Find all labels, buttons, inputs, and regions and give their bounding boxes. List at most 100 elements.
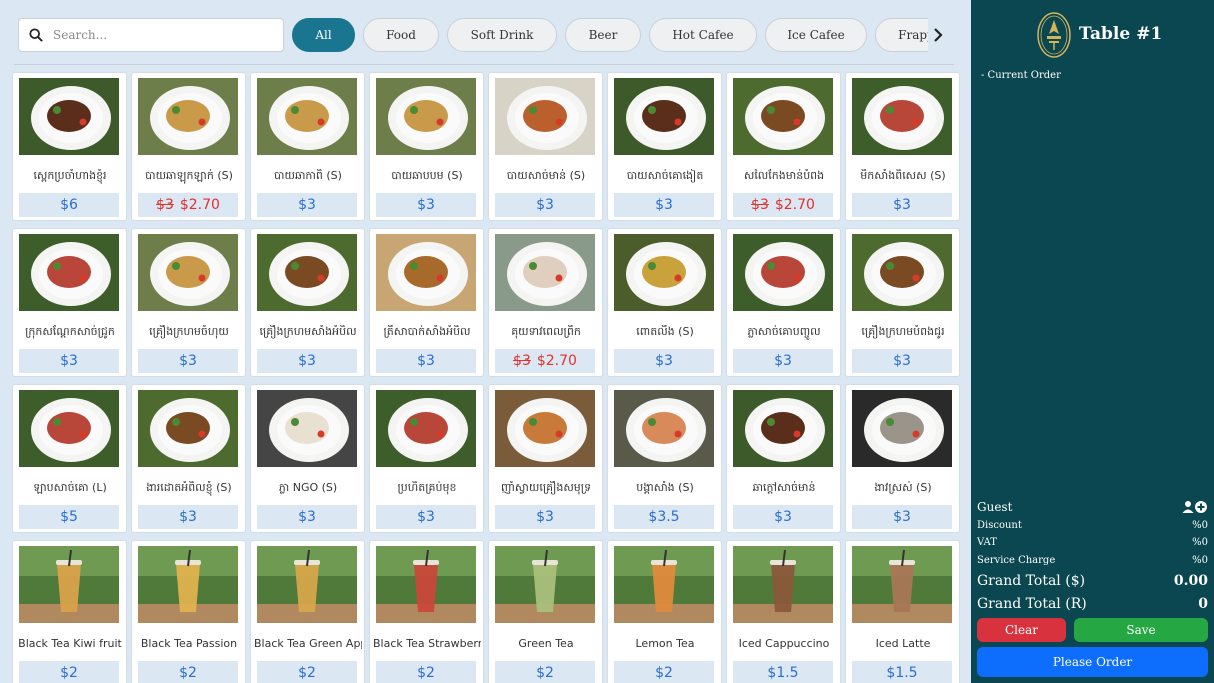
menu-item-card[interactable]: គ្រឿងក្រហមបំពងជូរ $3 [845,228,960,377]
menu-item-card[interactable]: បាយសាច់មាន់ (S) $3 [488,72,603,221]
menu-item-price: $3 [376,193,476,217]
menu-item-name: Black Tea Strawberry [373,637,481,650]
menu-item-name: ស្ពេកប្រចាំហាងខ្ញុំរ [33,169,107,182]
price-value: $3 [417,509,435,525]
menu-item-name: បាយឆាកាពិ (S) [274,169,342,182]
menu-item-price: $3 [495,193,595,217]
menu-item-card[interactable]: បាយឆាកាពិ (S) $3 [250,72,365,221]
price-value: $3 [655,353,673,369]
menu-item-name: ប្រហិតគ្រប់មុខ [397,481,457,494]
menu-item-name: គ្រឿងក្រហមចំហុយ [149,325,229,338]
menu-item-card[interactable]: ត្រីសាបាក់សាំងអំបិល $3 [369,228,484,377]
menu-item-card[interactable]: គ្រឿងក្រហមចំហុយ $3 [131,228,246,377]
menu-item-card[interactable]: បាយសាច់គោងៀត $3 [607,72,722,221]
category-tab-soft-drink[interactable]: Soft Drink [447,18,557,52]
order-list [977,88,1208,488]
food-photo [257,78,357,155]
food-photo [19,234,119,311]
clear-button[interactable]: Clear [977,618,1066,642]
menu-item-card[interactable]: Black Tea Kiwi fruit $2 [12,540,127,683]
add-guest-icon[interactable] [1182,500,1208,514]
menu-item-card[interactable]: Iced Latte $1.5 [845,540,960,683]
menu-item-card[interactable]: Iced Cappuccino $1.5 [726,540,841,683]
drink-photo [733,546,833,623]
menu-item-card[interactable]: ក្រុកសណ្តែកសាច់ជ្រូក $3 [12,228,127,377]
menu-item-name: គុយទាវពេលព្រឹក [511,325,581,338]
menu-item-price: $5 [19,505,119,529]
menu-item-card[interactable]: គុយទាវពេលព្រឹក $3 $2.70 [488,228,603,377]
menu-item-price: $3 $2.70 [733,193,833,217]
menu-item-name: មឹកសាំងពិសេស (S) [860,169,946,182]
menu-item-price: $3 [495,505,595,529]
menu-item-price: $2 [19,661,119,683]
grand-total-usd-value: 0.00 [1173,573,1208,589]
save-button[interactable]: Save [1074,618,1208,642]
discounted-price: $2.70 [536,353,577,369]
menu-item-name: ឆាក្ដៅសាច់មាន់ [752,481,816,494]
menu-item-card[interactable]: គ្រឿងក្រហមសាំងអំបិល $3 [250,228,365,377]
menu-item-card[interactable]: បង្គាសាំង (S) $3.5 [607,384,722,533]
menu-item-card[interactable]: ងាវស្រស់ (S) $3 [845,384,960,533]
menu-item-price: $3 [852,349,952,373]
category-tab-hot-cafee[interactable]: Hot Cafee [649,18,757,52]
food-photo [376,234,476,311]
menu-item-card[interactable]: ប្រហិតគ្រប់មុខ $3 [369,384,484,533]
chevron-right-icon[interactable] [928,18,948,52]
menu-item-card[interactable]: Black Tea Green Apple $2 [250,540,365,683]
food-photo [852,390,952,467]
menu-item-price: $3 $2.70 [138,193,238,217]
menu-item-card[interactable]: ឆាក្ដៅសាច់មាន់ $3 [726,384,841,533]
menu-item-card[interactable]: មឹកសាំងពិសេស (S) $3 [845,72,960,221]
price-value: $3 [298,197,316,213]
menu-item-name: បាយឆាបបម (S) [391,169,463,182]
menu-item-name: ត្រីសាបាក់សាំងអំបិល [383,325,471,338]
food-photo [138,390,238,467]
category-tab-ice-cafee[interactable]: Ice Cafee [765,18,867,52]
menu-item-card[interactable]: សលៃកែងមាន់បំពង $3 $2.70 [726,72,841,221]
menu-item-card[interactable]: ភ្លាសាច់គោបញ្ចូល $3 [726,228,841,377]
menu-item-card[interactable]: ស្ពេកប្រចាំហាងខ្ញុំរ $6 [12,72,127,221]
menu-item-card[interactable]: បាយឆាឡុកឡាក់ (S) $3 $2.70 [131,72,246,221]
menu-item-card[interactable]: ភ្លា NGO (S) $3 [250,384,365,533]
menu-item-card[interactable]: បាយឆាបបម (S) $3 [369,72,484,221]
category-tab-beer[interactable]: Beer [565,18,641,52]
price-value: $3.5 [648,509,680,525]
food-photo [614,78,714,155]
menu-item-price: $3 [614,349,714,373]
menu-item-card[interactable]: ពោតលីង (S) $3 [607,228,722,377]
menu-item-name: Iced Latte [875,637,931,650]
menu-item-price: $3 [614,193,714,217]
grand-total-riel-label: Grand Total (R) [977,596,1087,612]
grand-total-riel-value: 0 [1198,596,1208,612]
menu-item-card[interactable]: ញាំស្វាយគ្រឿងសមុទ្រ $3 [488,384,603,533]
search-input[interactable] [53,28,253,42]
drink-photo [138,546,238,623]
menu-item-card[interactable]: Green Tea $2 [488,540,603,683]
food-photo [614,390,714,467]
menu-item-card[interactable]: ងារដោតអំពិលខ្ញុំ (S) $3 [131,384,246,533]
menu-item-card[interactable]: Lemon Tea $2 [607,540,722,683]
search-box[interactable] [18,18,284,52]
category-tab-all[interactable]: All [292,18,355,52]
menu-item-card[interactable]: Black Tea Strawberry $2 [369,540,484,683]
menu-item-price: $2 [614,661,714,683]
food-photo [852,234,952,311]
drink-photo [19,546,119,623]
food-photo [138,78,238,155]
menu-item-name: ក្រុកសណ្តែកសាច់ជ្រូក [25,325,115,338]
grand-total-usd-label: Grand Total ($) [977,573,1086,589]
menu-item-price: $3 $2.70 [495,349,595,373]
price-value: $2 [417,665,435,681]
discount-row: Discount %0 [977,520,1208,531]
guest-label: Guest [977,500,1013,514]
menu-item-card[interactable]: Black Tea Passion $2 [131,540,246,683]
menu-item-price: $3 [19,349,119,373]
category-tab-food[interactable]: Food [363,18,439,52]
menu-item-name: គ្រឿងក្រហមបំពងជូរ [861,325,945,338]
price-value: $3 [536,197,554,213]
price-value: $3 [417,197,435,213]
category-tab-frappe[interactable]: Frappe [875,18,928,52]
menu-item-price: $2 [376,661,476,683]
please-order-button[interactable]: Please Order [977,647,1208,677]
menu-item-card[interactable]: ឡាបសាច់គោ (L) $5 [12,384,127,533]
